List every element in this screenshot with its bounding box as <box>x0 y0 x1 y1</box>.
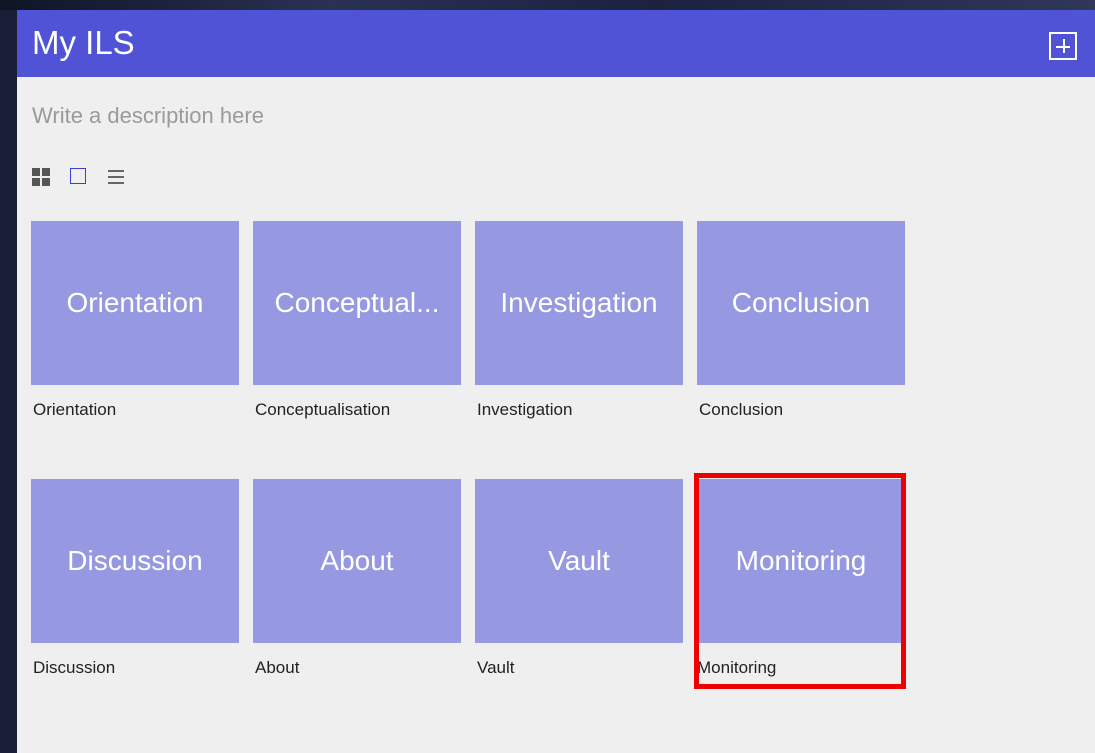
tile-caption[interactable]: About <box>255 657 299 679</box>
tile-caption[interactable]: Monitoring <box>697 657 776 679</box>
tile-caption[interactable]: Conceptualisation <box>255 399 390 421</box>
phase-tile-grid: Orientation Orientation Conceptual... Co… <box>31 221 931 681</box>
title-bar: My ILS <box>17 10 1095 77</box>
tile-thumbnail-label: About <box>320 545 394 576</box>
add-icon[interactable] <box>1049 32 1077 60</box>
tile-thumbnail-label: Orientation <box>66 287 204 318</box>
tile-caption[interactable]: Conclusion <box>699 399 783 421</box>
tile-caption[interactable]: Investigation <box>477 399 572 421</box>
tile-thumbnail-label: Conceptual... <box>274 287 440 318</box>
tile-thumbnail-label: Investigation <box>500 287 658 318</box>
desktop-background <box>0 0 1095 10</box>
single-view-icon[interactable] <box>69 165 91 187</box>
tile-caption[interactable]: Vault <box>477 657 515 679</box>
description-field[interactable]: Write a description here <box>32 102 264 130</box>
tile-thumbnail-label: Monitoring <box>735 545 867 576</box>
tile-thumbnail-label: Conclusion <box>731 287 871 318</box>
tile-thumbnail-label: Vault <box>548 545 610 576</box>
ils-window: My ILS Write a description here Orientat… <box>17 10 1095 753</box>
list-view-icon[interactable] <box>107 165 129 187</box>
page-title: My ILS <box>32 24 135 61</box>
tile-thumbnail-label: Discussion <box>67 545 203 576</box>
grid-view-icon[interactable] <box>31 165 53 187</box>
tile-caption[interactable]: Orientation <box>33 399 116 421</box>
tile-caption[interactable]: Discussion <box>33 657 115 679</box>
